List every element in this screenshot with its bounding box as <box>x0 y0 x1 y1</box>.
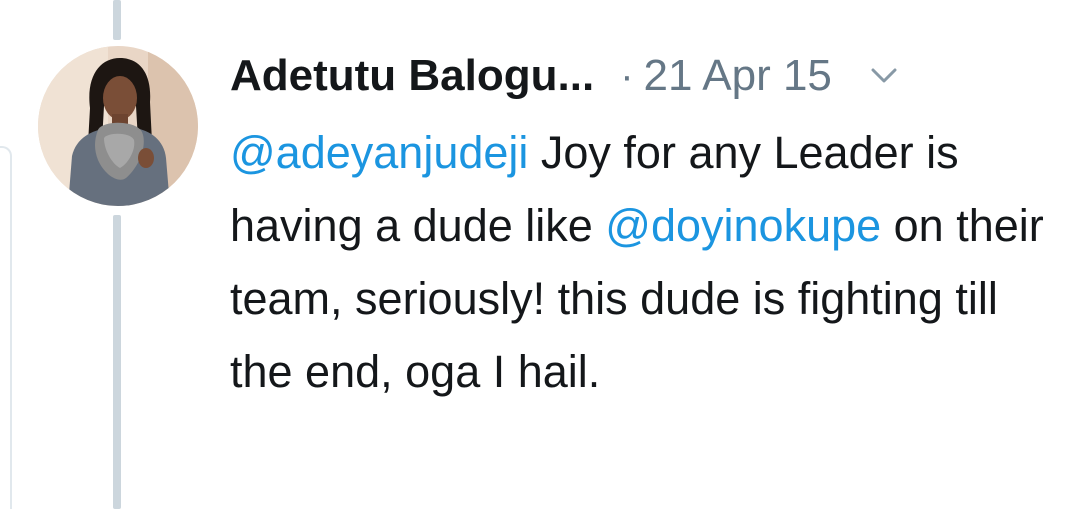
thread-connector-line-top <box>113 0 121 40</box>
separator-dot: · <box>620 53 634 98</box>
mention-link[interactable]: @adeyanjudeji <box>230 127 528 178</box>
chevron-down-icon[interactable] <box>870 62 898 90</box>
avatar-photo <box>38 46 198 206</box>
author-name[interactable]: Adetutu Balogu... <box>230 51 594 101</box>
timestamp[interactable]: 21 Apr 15 <box>644 51 832 101</box>
mention-link[interactable]: @doyinokupe <box>605 200 881 251</box>
tweet-header: Adetutu Balogu... · 21 Apr 15 <box>230 46 1050 106</box>
tweet-text: @adeyanjudeji Joy for any Leader is havi… <box>230 116 1050 408</box>
avatar[interactable] <box>38 46 198 206</box>
quoted-card-edge <box>0 146 12 509</box>
thread-connector-line-bottom <box>113 215 121 509</box>
